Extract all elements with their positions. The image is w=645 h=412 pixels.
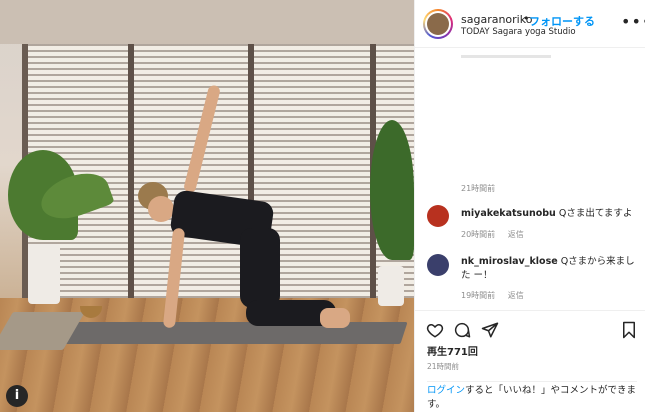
post-header: sagaranoriko • フォローする TODAY Sagara yoga … <box>415 0 645 48</box>
avatar[interactable] <box>423 9 453 39</box>
reply-button[interactable]: 返信 <box>508 230 524 239</box>
caption-fragment <box>461 52 551 62</box>
blinds-slats <box>28 44 414 298</box>
post-actions: 再生771回 21時間前 ログインすると「いいね！」やコメントができます。 <box>415 310 645 410</box>
window-blinds <box>22 44 414 298</box>
comment-meta: 20時間前 返信 <box>461 229 534 240</box>
username-link[interactable]: sagaranoriko <box>461 13 532 26</box>
comment-meta: 19時間前 返信 <box>461 290 534 301</box>
comment-text: Qさま出てますよ <box>558 208 633 219</box>
info-icon[interactable]: i <box>6 385 28 407</box>
comment-icon[interactable] <box>453 321 471 339</box>
yoga-mat <box>44 322 408 344</box>
heart-icon[interactable] <box>426 321 444 339</box>
reply-button[interactable]: 返信 <box>508 291 524 300</box>
comment-time: 20時間前 <box>461 230 496 239</box>
bookmark-icon[interactable] <box>620 321 638 339</box>
location-link[interactable]: TODAY Sagara yoga Studio <box>461 27 576 37</box>
avatar-border <box>425 11 451 37</box>
foot <box>320 308 350 328</box>
comment-username[interactable]: nk_miroslav_klose <box>461 256 558 267</box>
post-time: 21時間前 <box>427 362 460 371</box>
share-icon[interactable] <box>481 321 499 339</box>
head <box>148 196 174 222</box>
comment: miyakekatsunobu Qさま出てますよ <box>461 207 637 221</box>
thigh <box>240 228 280 308</box>
avatar[interactable] <box>427 254 449 276</box>
plant-pot <box>378 266 404 306</box>
plant <box>370 120 414 260</box>
window-frame <box>128 44 134 298</box>
plant-pot <box>28 244 60 304</box>
login-link[interactable]: ログイン <box>427 385 465 396</box>
wall-background <box>0 0 414 44</box>
post-media[interactable]: i <box>0 0 414 412</box>
comment-username[interactable]: miyakekatsunobu <box>461 208 556 219</box>
avatar[interactable] <box>427 205 449 227</box>
play-count[interactable]: 再生771回 <box>427 343 478 358</box>
post-sidebar: sagaranoriko • フォローする TODAY Sagara yoga … <box>414 0 645 412</box>
comment-time: 19時間前 <box>461 291 496 300</box>
comment: nk_miroslav_klose Qさまから来ました ー！ <box>461 255 637 283</box>
more-options-icon[interactable]: ••• <box>621 12 645 31</box>
avatar-image <box>427 13 449 35</box>
login-prompt: ログインすると「いいね！」やコメントができます。 <box>427 381 637 412</box>
caption-time: 21時間前 <box>461 184 496 193</box>
